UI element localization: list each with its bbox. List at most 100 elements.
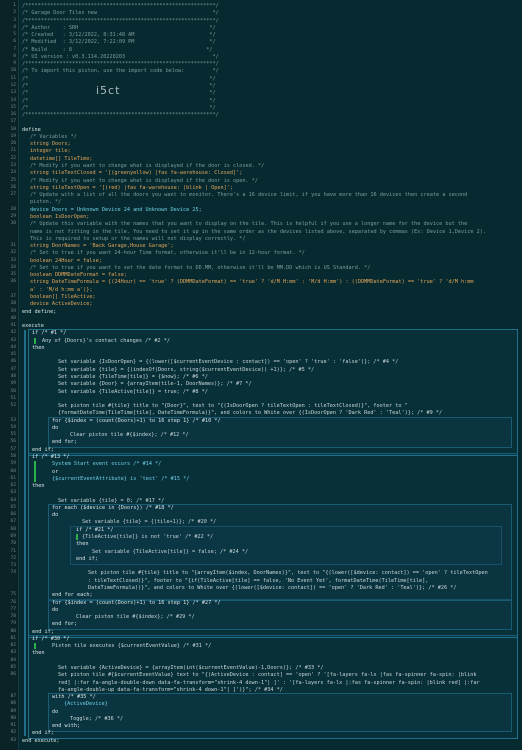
- line-number: 81: [10, 635, 16, 641]
- condition[interactable]: System Start event occurs /* #14 */: [52, 461, 518, 467]
- set-variable-statement[interactable]: Set variable {TileActive[tile]} = false;…: [92, 549, 518, 555]
- header-sep[interactable]: /***************************************…: [22, 112, 518, 118]
- clear-tile-statement[interactable]: Clear piston tile #{$index}; /* #12 */: [70, 432, 518, 438]
- comment[interactable]: /* Update this variable with the names t…: [30, 221, 518, 227]
- end-if-keyword[interactable]: end if;: [32, 629, 518, 635]
- do-keyword[interactable]: do: [52, 425, 518, 431]
- then-keyword[interactable]: then: [76, 541, 518, 547]
- comment[interactable]: /* Modify if you want to change what is …: [30, 163, 518, 169]
- line-number: 60: [10, 468, 16, 474]
- end-if-keyword[interactable]: end if;: [76, 556, 518, 562]
- variable-declaration[interactable]: string tileTextOpen = '[(red) |fas fa-wa…: [30, 185, 518, 191]
- line-number: 5: [13, 32, 16, 38]
- end-define-keyword[interactable]: end define;: [22, 309, 518, 315]
- variable-declaration[interactable]: string DoorNames = 'Back Garage,House Ga…: [30, 243, 518, 249]
- comment[interactable]: /* Modify if you want to change what is …: [30, 178, 518, 184]
- variable-declaration[interactable]: integer tile;: [30, 148, 518, 154]
- for-each-statement[interactable]: for each ($device in {Doors}) /* #18 */: [52, 505, 518, 511]
- header-blank[interactable]: /* */: [22, 105, 518, 111]
- execute-keyword[interactable]: execute: [22, 323, 518, 329]
- do-keyword[interactable]: do: [52, 607, 518, 613]
- do-keyword[interactable]: do: [52, 709, 518, 715]
- variable-declaration[interactable]: string Doors;: [30, 141, 518, 147]
- variable-declaration[interactable]: datetime[] TileTime;: [30, 156, 518, 162]
- set-piston-tile-statement[interactable]: : tileTextClosed)}", footer to "{if(Tile…: [88, 578, 518, 584]
- header-blank[interactable]: /* */: [22, 76, 518, 82]
- set-variable-statement[interactable]: Set variable {tile} = 0; /* #17 */: [58, 498, 518, 504]
- variable-declaration[interactable]: boolean IsDoorOpen;: [30, 214, 518, 220]
- then-keyword[interactable]: then: [32, 345, 518, 351]
- comment[interactable]: piston. */: [30, 199, 518, 205]
- set-piston-tile-statement[interactable]: fa-angle-double-up data-fa-transform="sh…: [58, 687, 518, 693]
- set-variable-statement[interactable]: Set variable {ActiveDevice} = {arrayItem…: [58, 665, 518, 671]
- end-execute-keyword[interactable]: end execute;: [22, 738, 518, 744]
- comment[interactable]: This is required to setup or the names w…: [30, 236, 518, 242]
- set-variable-statement[interactable]: Set variable {IsDoorOpen} = {(lower([$cu…: [58, 359, 518, 365]
- variable-declaration[interactable]: a' : 'M/d h:mm a')};: [30, 287, 518, 293]
- header-sep[interactable]: /***************************************…: [22, 18, 518, 24]
- set-variable-statement[interactable]: Set variable {TileActive[tile]} = true; …: [58, 389, 518, 395]
- variable-declaration[interactable]: device Doors = Unknown Device 24 and Unk…: [30, 207, 518, 213]
- end-if-keyword[interactable]: end if;: [32, 447, 518, 453]
- set-variable-statement[interactable]: Set variable {Door} = {arrayItem(tile-1,…: [58, 381, 518, 387]
- comment[interactable]: /* Variables */: [30, 134, 518, 140]
- end-for-each-keyword[interactable]: end for each;: [52, 592, 518, 598]
- if-statement[interactable]: if /* #13 */: [32, 454, 518, 460]
- header-ui[interactable]: /* UI version : v0.3.114.20220203 */: [22, 54, 518, 60]
- set-piston-tile-statement[interactable]: red] |:far fa-angle-double-down data-fa-…: [58, 680, 518, 686]
- condition[interactable]: Piston tile executes {$currentEventValue…: [52, 643, 518, 649]
- header-blank[interactable]: /* */: [22, 98, 518, 104]
- header-build[interactable]: /* Build : 8 */: [22, 47, 518, 53]
- line-number: 25: [10, 177, 16, 183]
- line-number: 80: [10, 628, 16, 634]
- header-title[interactable]: /* Garage Door Tiles new */: [22, 10, 518, 16]
- variable-declaration[interactable]: string DateTimeFormula = {(24Hour) == 't…: [30, 279, 518, 285]
- condition[interactable]: {$currentEventAttribute} is 'test' /* #1…: [52, 476, 518, 482]
- variable-declaration[interactable]: string tileTextClosed = '[(greenyellow) …: [30, 170, 518, 176]
- end-for-keyword[interactable]: end for;: [52, 439, 518, 445]
- header-created[interactable]: /* Created : 3/12/2022, 8:31:48 AM */: [22, 32, 518, 38]
- if-statement[interactable]: if /* #1 */: [32, 330, 518, 336]
- header-sep[interactable]: /***************************************…: [22, 61, 518, 67]
- header-import[interactable]: /* To import this piston, use the import…: [22, 68, 518, 74]
- comment[interactable]: /* Set to true if you want 24-hour Time …: [30, 250, 518, 256]
- device-reference[interactable]: {ActiveDevice}: [64, 701, 518, 707]
- variable-declaration[interactable]: boolean[] TileActive;: [30, 294, 518, 300]
- line-number: 92: [10, 730, 16, 736]
- set-variable-statement[interactable]: Set variable {tile} = {(tile+1)}; /* #20…: [82, 519, 518, 525]
- if-statement[interactable]: if /* #21 */: [76, 527, 518, 533]
- set-piston-tile-statement[interactable]: Set piston tile #{$currentEventValue} te…: [58, 672, 518, 678]
- set-piston-tile-statement[interactable]: DateTimeFormula))}", and colors to White…: [88, 585, 518, 591]
- set-variable-statement[interactable]: Set variable {TileTime[tile]} = {$now}; …: [58, 374, 518, 380]
- set-piston-tile-statement[interactable]: {formatDateTime(TileTime[tile], DateTime…: [58, 410, 518, 416]
- condition[interactable]: Any of {Doors}'s contact changes /* #2 *…: [42, 338, 518, 344]
- header-sep[interactable]: /***************************************…: [22, 3, 518, 9]
- if-statement[interactable]: if /* #30 */: [32, 636, 518, 642]
- comment[interactable]: /* Update with a list of all the doors y…: [30, 192, 518, 198]
- define-keyword[interactable]: define: [22, 127, 518, 133]
- header-author[interactable]: /* Author : SRH */: [22, 25, 518, 31]
- condition[interactable]: {TileActive[tile]} is not 'true' /* #22 …: [82, 534, 518, 540]
- set-piston-tile-statement[interactable]: Set piston tile #{tile} title to "{array…: [88, 570, 518, 576]
- for-statement[interactable]: for {$index = (count(Doors)+1) to 16 ste…: [52, 600, 518, 606]
- end-with-keyword[interactable]: end with;: [52, 723, 518, 729]
- do-keyword[interactable]: do: [52, 512, 518, 518]
- end-for-keyword[interactable]: end for;: [52, 621, 518, 627]
- comment[interactable]: /* Set to true if you want to set the da…: [30, 265, 518, 271]
- then-keyword[interactable]: then: [32, 483, 518, 489]
- variable-declaration[interactable]: boolean DDMMDateFormat = false;: [30, 272, 518, 278]
- command-statement[interactable]: Toggle; /* #36 */: [70, 716, 518, 722]
- variable-declaration[interactable]: boolean 24Hour = false;: [30, 258, 518, 264]
- with-statement[interactable]: with /* #35 */: [52, 694, 518, 700]
- set-piston-tile-statement[interactable]: Set piston tile #{tile} title to "{Door}…: [58, 403, 518, 409]
- for-statement[interactable]: for {$index = (count(Doors)+1) to 16 ste…: [52, 418, 518, 424]
- set-variable-statement[interactable]: Set variable {tile} = {(indexOf(Doors, s…: [58, 367, 518, 373]
- line-number: 85: [10, 664, 16, 670]
- end-if-keyword[interactable]: end if;: [32, 730, 518, 736]
- variable-declaration[interactable]: device ActiveDevice;: [30, 301, 518, 307]
- or-keyword[interactable]: or: [52, 469, 518, 475]
- header-modified[interactable]: /* Modified : 3/12/2022, 7:22:09 PM */: [22, 39, 518, 45]
- clear-tile-statement[interactable]: Clear piston tile #{$index}; /* #29 */: [76, 614, 518, 620]
- then-keyword[interactable]: then: [32, 650, 518, 656]
- comment[interactable]: name is not fitting in the tile. You nee…: [30, 229, 518, 235]
